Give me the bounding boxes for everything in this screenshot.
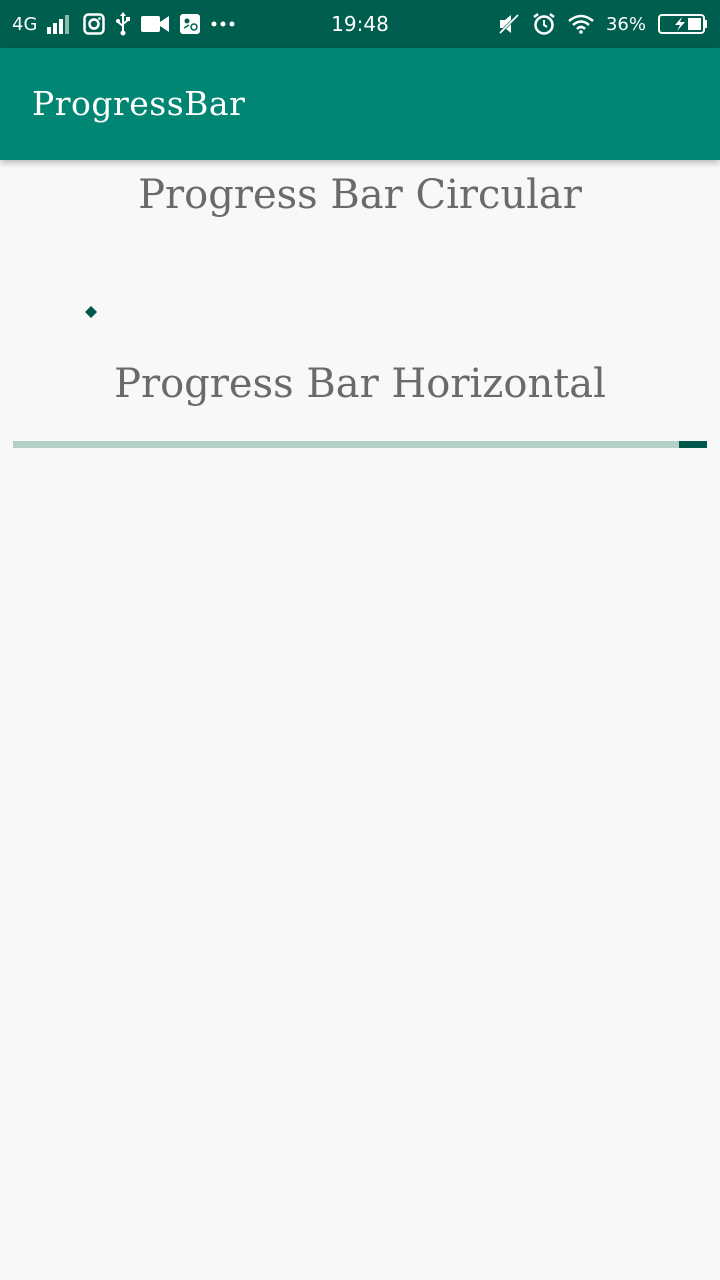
- alarm-icon: [532, 12, 556, 36]
- circular-progress-spinner: [85, 303, 97, 318]
- wifi-icon: [568, 14, 594, 34]
- horizontal-progress-heading: Progress Bar Horizontal: [114, 361, 606, 407]
- horizontal-progress-indicator: [679, 441, 707, 448]
- battery-percent: 36%: [605, 13, 646, 35]
- app-bar: ProgressBar: [0, 48, 720, 160]
- status-bar-right: 36%: [497, 0, 708, 48]
- horizontal-progress-track: [13, 441, 707, 448]
- mute-icon: [497, 13, 520, 35]
- app-title: ProgressBar: [32, 84, 246, 123]
- status-bar: 4G 19:48 36%: [0, 0, 720, 48]
- battery-charging-icon: [658, 13, 708, 35]
- circular-progress-heading: Progress Bar Circular: [138, 172, 582, 218]
